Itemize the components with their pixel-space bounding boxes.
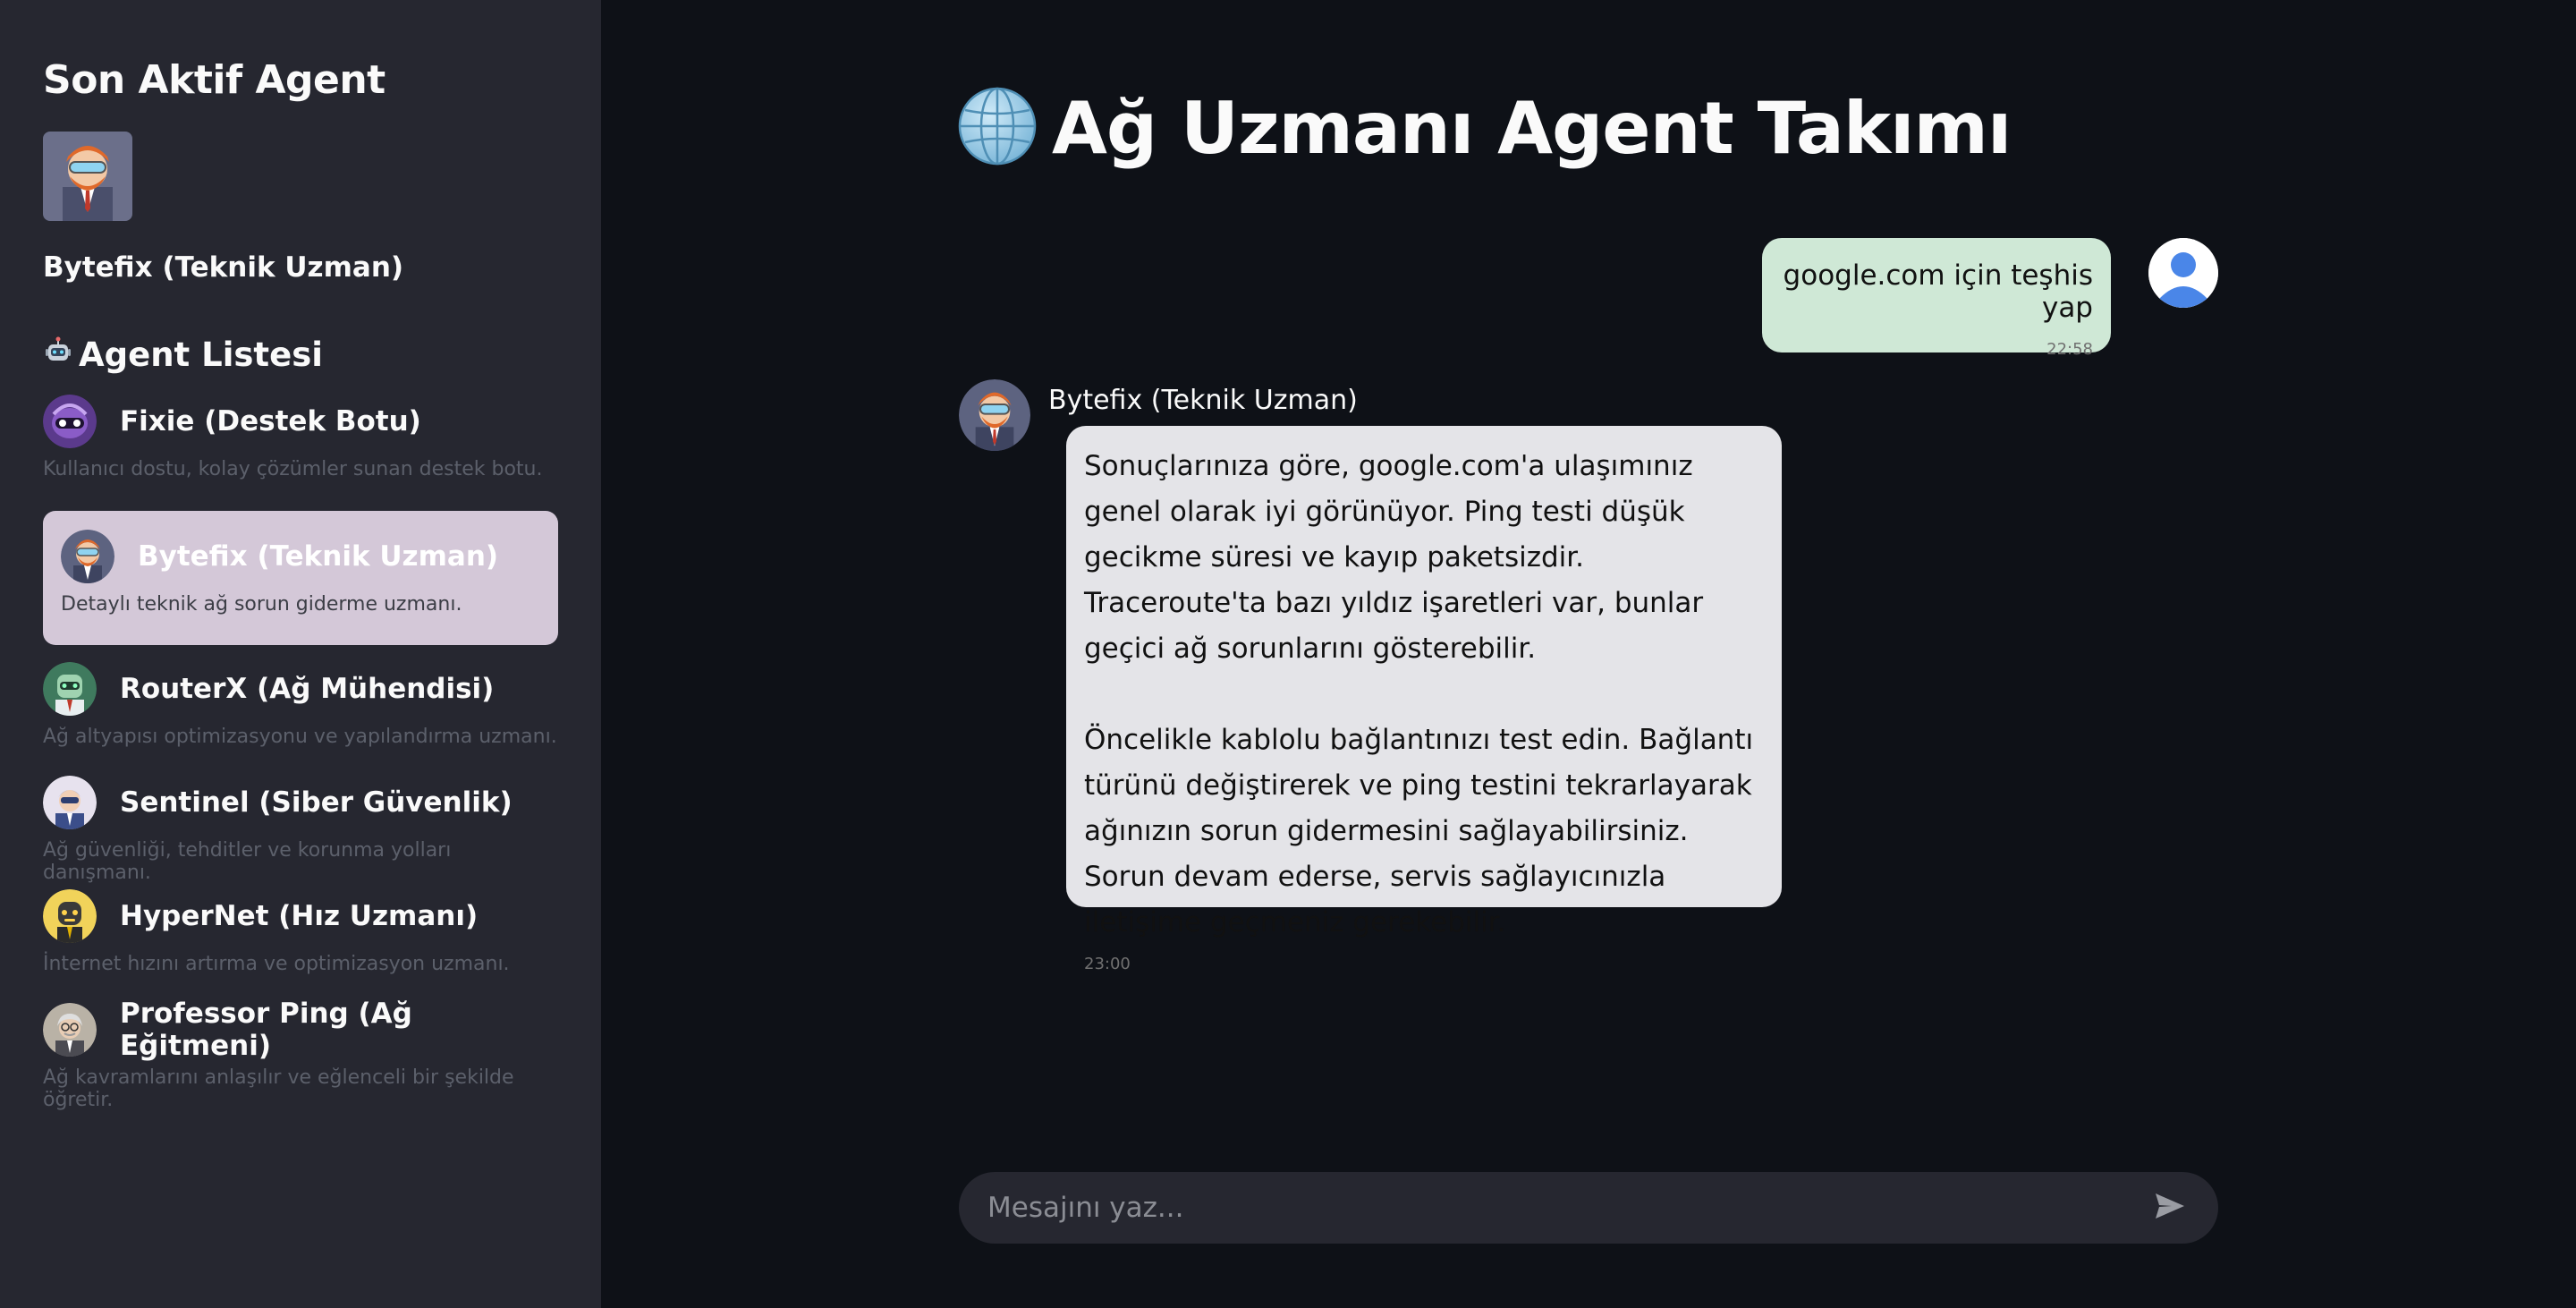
active-agent-avatar [43, 132, 132, 221]
bot-message-paragraph: Sonuçlarınıza göre, google.com'a ulaşımı… [1084, 450, 1704, 665]
agent-name: Professor Ping (Ağ Eğitmeni) [120, 998, 412, 1062]
user-message-time: 22:58 [2046, 340, 2093, 359]
agent-item-bytefix[interactable]: Bytefix (Teknik Uzman) Detaylı teknik ağ… [43, 511, 558, 645]
agent-list-title-text: Agent Listesi [79, 335, 323, 374]
agent-description: Ağ kavramlarını anlaşılır ve eğlenceli b… [43, 1066, 514, 1111]
page-title: Ağ Uzmanı Agent Takımı [957, 86, 2012, 170]
send-button[interactable] [2150, 1188, 2190, 1227]
user-message-text: google.com için teşhis yap [1783, 259, 2093, 324]
agent-item-fixie[interactable]: Fixie (Destek Botu) Kullanıcı dostu, kol… [43, 386, 558, 500]
bot-avatar [959, 379, 1030, 451]
yellow-robot-avatar [43, 889, 97, 943]
active-agent-name: Bytefix (Teknik Uzman) [43, 251, 404, 284]
bot-message-time: 23:00 [1084, 955, 1131, 973]
agent-name: RouterX (Ağ Mühendisi) [120, 673, 495, 705]
globe-icon [957, 86, 1038, 170]
agent-item-routerx[interactable]: RouterX (Ağ Mühendisi) Ağ altyapısı opti… [43, 654, 558, 768]
send-icon [2152, 1188, 2188, 1227]
robot-icon [43, 335, 73, 374]
agent-item-hypernet[interactable]: HyperNet (Hız Uzmanı) İnternet hızını ar… [43, 881, 558, 995]
bot-message-bubble: Sonuçlarınıza göre, google.com'a ulaşımı… [1066, 426, 1782, 973]
bot-name: Bytefix (Teknik Uzman) [1048, 385, 1358, 416]
bot-message-paragraph: Öncelikle kablolu bağlantınızı test edin… [1084, 724, 1754, 939]
agent-description: Ağ altyapısı optimizasyonu ve yapılandır… [43, 726, 557, 748]
agent-description: Kullanıcı dostu, kolay çözümler sunan de… [43, 458, 543, 480]
agent-name: Fixie (Destek Botu) [120, 405, 421, 437]
engineer-avatar [61, 530, 114, 583]
professor-avatar [43, 1003, 97, 1057]
page-title-text: Ağ Uzmanı Agent Takımı [1052, 86, 2012, 170]
agent-list-title: Agent Listesi [43, 335, 558, 374]
agent-name: Sentinel (Siber Güvenlik) [120, 786, 513, 819]
user-message-bubble: google.com için teşhis yap 22:58 [1762, 238, 2111, 359]
green-robot-avatar [43, 662, 97, 716]
agent-item-sentinel[interactable]: Sentinel (Siber Güvenlik) Ağ güvenliği, … [43, 768, 558, 884]
chat-input[interactable] [987, 1192, 2150, 1224]
agent-name: Bytefix (Teknik Uzman) [138, 540, 499, 573]
agent-item-professor-ping[interactable]: Professor Ping (Ağ Eğitmeni) Ağ kavramla… [43, 995, 558, 1111]
agent-description: Ağ güvenliği, tehditler ve korunma yolla… [43, 839, 452, 884]
agent-description: Detaylı teknik ağ sorun giderme uzmanı. [61, 593, 462, 616]
sidebar: Son Aktif Agent Bytefix (Teknik Uzman) A… [0, 0, 601, 1308]
agent-list: Fixie (Destek Botu) Kullanıcı dostu, kol… [43, 386, 558, 1111]
agent-name: HyperNet (Hız Uzmanı) [120, 900, 479, 932]
user-avatar [2148, 238, 2218, 308]
purple-robot-avatar [43, 395, 97, 448]
agent-description: İnternet hızını artırma ve optimizasyon … [43, 953, 510, 975]
chat-input-bar [959, 1172, 2218, 1244]
active-agent-heading: Son Aktif Agent [43, 57, 386, 103]
blue-agent-avatar [43, 776, 97, 829]
